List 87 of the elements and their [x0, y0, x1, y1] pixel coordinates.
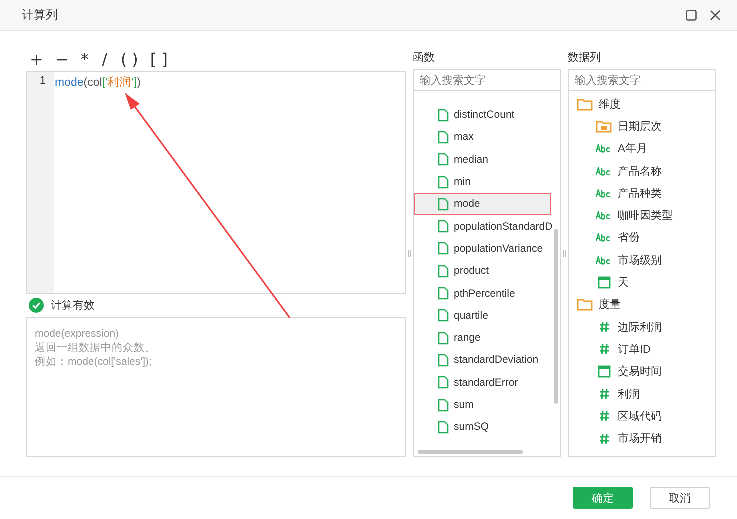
document-icon: [438, 220, 449, 234]
function-item[interactable]: median: [414, 148, 551, 171]
document-icon: [438, 309, 449, 322]
tree-item[interactable]: 利润: [569, 382, 715, 406]
close-icon[interactable]: [710, 10, 721, 20]
document-icon: [438, 287, 449, 300]
cancel-button[interactable]: 取消: [650, 487, 710, 509]
panel-title: 数据列: [568, 51, 602, 66]
text-type-icon: [596, 256, 612, 265]
number-type-icon: [598, 388, 610, 400]
panel-title: 函数: [413, 51, 436, 66]
code-editor[interactable]: 1 mode(col['利润']): [26, 70, 406, 294]
line-number: 1: [40, 74, 46, 87]
scrollbar[interactable]: [418, 450, 523, 454]
number-type-icon: [598, 432, 610, 445]
number-type-icon: [598, 321, 610, 334]
function-item[interactable]: populationStandardD: [414, 215, 551, 238]
text-type-icon: [596, 211, 612, 220]
number-type-icon: [598, 410, 610, 422]
function-item[interactable]: sum: [414, 394, 551, 416]
document-icon: [438, 130, 449, 144]
tree-item[interactable]: 日期层次: [569, 115, 715, 138]
tree-item[interactable]: 区域代码: [569, 405, 715, 428]
folder-icon: [577, 98, 593, 111]
text-type-icon: [596, 166, 612, 176]
operator-button[interactable]: [ ]: [146, 50, 172, 70]
document-icon: [438, 108, 449, 122]
function-item[interactable]: pthPercentile: [414, 282, 551, 305]
document-icon: [438, 153, 449, 166]
operator-button[interactable]: ( ): [116, 50, 142, 70]
operator-button[interactable]: /: [96, 50, 113, 70]
function-item[interactable]: quartile: [414, 304, 551, 327]
function-item[interactable]: product: [414, 260, 551, 282]
code-line: mode(col['利润']): [54, 75, 141, 91]
splitter-handle[interactable]: [408, 250, 411, 256]
description-line: 例如：mode(col['sales']);: [35, 355, 152, 370]
tree-item[interactable]: 市场级别: [569, 249, 715, 272]
function-item[interactable]: mode: [414, 193, 551, 216]
document-icon: [438, 332, 449, 345]
tree-item[interactable]: 维度: [569, 93, 715, 116]
tree-item[interactable]: 边际利润: [569, 316, 715, 338]
function-item[interactable]: distinctCount: [414, 104, 551, 126]
folder-icon: [596, 120, 612, 133]
tree-item[interactable]: 订单ID: [569, 338, 715, 361]
document-icon: [438, 242, 449, 256]
function-item[interactable]: range: [414, 326, 551, 350]
operator-button[interactable]: *: [76, 50, 93, 70]
window-title: 计算列: [22, 6, 58, 24]
number-type-icon: [598, 343, 610, 356]
document-icon: [438, 264, 449, 278]
function-item[interactable]: sumSQ: [414, 416, 551, 438]
text-type-icon: [596, 144, 612, 154]
function-item[interactable]: standardError: [414, 372, 551, 394]
tree-item[interactable]: 产品名称: [569, 160, 715, 182]
document-icon: [438, 398, 449, 412]
document-icon: [438, 354, 449, 367]
document-icon: [438, 376, 449, 390]
tree-item[interactable]: 交易时间: [569, 360, 715, 383]
tree-item[interactable]: 产品种类: [569, 182, 715, 204]
status-message: 计算有效: [51, 299, 95, 314]
search-field[interactable]: 输入搜索文字: [568, 69, 716, 91]
description-line: 返回一组数据中的众数。: [35, 341, 156, 356]
calendar-icon: [598, 276, 610, 290]
folder-icon: [577, 298, 593, 312]
tree-item[interactable]: 度量: [569, 294, 715, 316]
tree-item[interactable]: A年月: [569, 138, 715, 160]
tree-item[interactable]: 省份: [569, 226, 715, 250]
function-item[interactable]: max: [414, 126, 551, 149]
function-item[interactable]: min: [414, 170, 551, 194]
calendar-icon: [598, 365, 610, 378]
operator-button[interactable]: +: [26, 50, 48, 70]
document-icon: [438, 420, 449, 434]
maximize-icon[interactable]: [686, 10, 697, 20]
operator-button[interactable]: −: [51, 50, 73, 70]
document-icon: [438, 176, 449, 189]
document-icon: [438, 198, 449, 211]
search-field[interactable]: 输入搜索文字: [413, 69, 561, 91]
tree-item[interactable]: 天: [569, 271, 715, 294]
splitter-handle[interactable]: [563, 250, 566, 256]
scrollbar[interactable]: [554, 229, 558, 404]
text-type-icon: [596, 188, 612, 198]
tree-item[interactable]: 市场开销: [569, 427, 715, 450]
description-line: mode(expression): [35, 327, 120, 342]
function-item[interactable]: populationVariance: [414, 238, 551, 260]
function-item[interactable]: standardDeviation: [414, 349, 551, 372]
tree-item[interactable]: 咖啡因类型: [569, 204, 715, 227]
text-type-icon: [596, 233, 612, 242]
